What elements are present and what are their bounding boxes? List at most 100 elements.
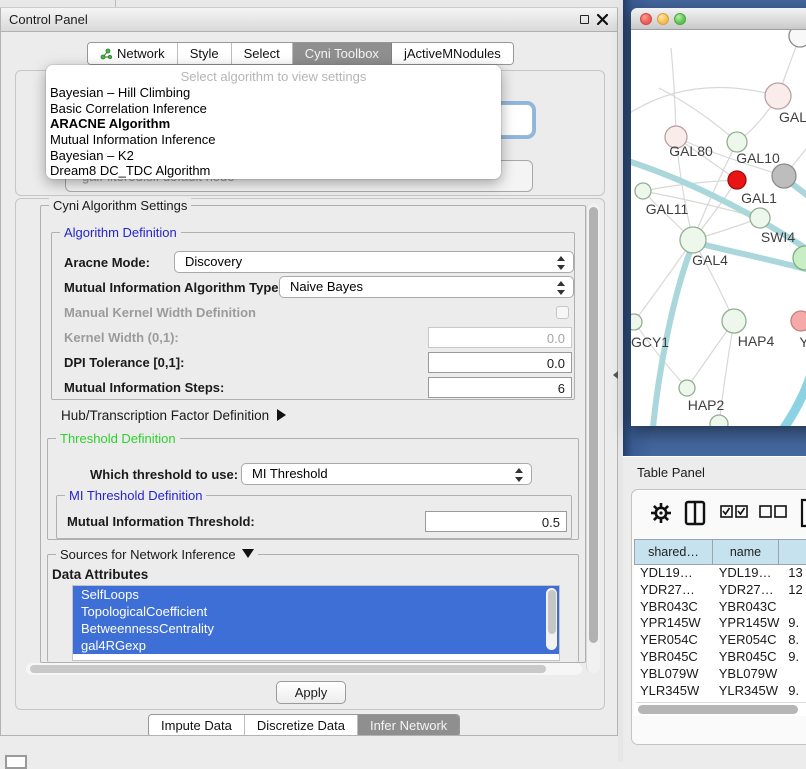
node-gal4[interactable] [680, 227, 706, 253]
data-attribute-item[interactable]: gal4RGexp [73, 637, 559, 654]
close-traffic-light[interactable] [640, 13, 652, 25]
node-hap4[interactable] [722, 309, 746, 333]
table-cell[interactable]: YBL079W [634, 666, 713, 683]
table-row[interactable]: YDR27…YDR27…12 [634, 582, 806, 599]
node-hap2[interactable] [679, 380, 695, 396]
table-cell[interactable]: YLR345W [713, 683, 781, 700]
table-row[interactable]: YER054CYER054C8. [634, 632, 806, 649]
node-bottom[interactable] [710, 415, 728, 426]
sources-title[interactable]: Sources for Network Inference [56, 547, 258, 562]
data-attribute-item[interactable]: BetweennessCentrality [73, 620, 559, 637]
table-horizontal-scrollbar[interactable] [636, 702, 806, 715]
list-scrollbar[interactable] [546, 588, 557, 650]
table-row[interactable]: YBR043CYBR043C [634, 599, 806, 616]
deselect-all-checkboxes-icon[interactable] [759, 505, 787, 521]
manual-kernel-checkbox[interactable] [556, 306, 569, 319]
zoom-traffic-light[interactable] [674, 13, 686, 25]
mi-type-combo[interactable]: Naive Bayes [279, 276, 574, 298]
network-canvas[interactable]: GALGAL80GAL10GAL1GAL11SWI4GAL4GCY1HAP4YH… [631, 30, 806, 426]
table-cell[interactable]: 9. [780, 615, 806, 632]
data-attributes-list[interactable]: SelfLoopsTopologicalCoefficientBetweenne… [72, 585, 560, 661]
table-cell[interactable] [780, 666, 806, 683]
tab-jactivemnodules[interactable]: jActiveMNodules [392, 43, 513, 64]
algorithm-option[interactable]: Mutual Information Inference [46, 132, 501, 148]
algorithm-option[interactable]: ARACNE Algorithm [46, 116, 501, 132]
mode-tab-infer-network[interactable]: Infer Network [358, 715, 459, 736]
close-icon[interactable] [596, 12, 609, 27]
table-cell[interactable]: YBL079W [713, 666, 781, 683]
table-cell[interactable]: 8. [780, 632, 806, 649]
table-cell[interactable]: 13 [780, 565, 806, 582]
data-attribute-item[interactable]: TopologicalCoefficient [73, 603, 559, 620]
table-cell[interactable]: YPR145W [634, 615, 713, 632]
table-cell[interactable]: YDR27… [634, 582, 713, 599]
tab-cyni-toolbox[interactable]: Cyni Toolbox [293, 43, 392, 64]
network-edge[interactable] [631, 88, 778, 116]
network-window-titlebar[interactable] [631, 8, 806, 30]
algorithm-option[interactable]: Bayesian – Hill Climbing [46, 85, 501, 101]
gear-icon[interactable] [650, 502, 672, 527]
algorithm-option[interactable]: Bayesian – K2 [46, 148, 501, 164]
settings-vertical-scrollbar[interactable] [586, 203, 600, 673]
table-row[interactable]: YBR045CYBR045C9. [634, 649, 806, 666]
mode-tab-impute-data[interactable]: Impute Data [149, 715, 245, 736]
network-edge[interactable] [671, 48, 676, 137]
algorithm-option[interactable]: Basic Correlation Inference [46, 101, 501, 117]
minimize-traffic-light[interactable] [657, 13, 669, 25]
tab-select[interactable]: Select [232, 43, 293, 64]
table-cell[interactable]: YPR145W [713, 615, 781, 632]
mode-tab-discretize-data[interactable]: Discretize Data [245, 715, 358, 736]
table-cell[interactable]: 9. [780, 649, 806, 666]
table-cell[interactable]: YBR043C [713, 599, 781, 616]
select-all-checkboxes-icon[interactable] [720, 505, 748, 521]
table-cell[interactable]: 9. [780, 683, 806, 700]
apply-button[interactable]: Apply [276, 681, 346, 704]
mi-threshold-field[interactable]: 0.5 [425, 511, 567, 532]
float-window-icon[interactable] [580, 15, 589, 24]
aracne-mode-combo[interactable]: Discovery [174, 251, 574, 273]
network-edge[interactable] [779, 348, 806, 426]
node-pink-right[interactable] [791, 311, 806, 331]
algorithm-option[interactable]: Dream8 DC_TDC Algorithm [46, 163, 501, 179]
table-row[interactable]: YDL19…YDL19…13 [634, 565, 806, 582]
dpi-tolerance-field[interactable]: 0.0 [428, 352, 572, 373]
table-cell[interactable]: YDR27… [713, 582, 781, 599]
node-gal11[interactable] [635, 183, 651, 199]
splitter-collapse-icon[interactable] [613, 371, 618, 379]
settings-horizontal-scrollbar[interactable] [26, 663, 582, 675]
table-cell[interactable] [780, 599, 806, 616]
table-cell[interactable]: YBR045C [713, 649, 781, 666]
control-panel-titlebar[interactable]: Control Panel [1, 8, 617, 32]
table-cell[interactable]: 12 [780, 582, 806, 599]
mi-steps-field[interactable]: 6 [428, 377, 572, 398]
table-cell[interactable]: YBR045C [634, 649, 713, 666]
corner-widget-icon[interactable] [5, 755, 27, 769]
data-attribute-item[interactable]: SelfLoops [73, 586, 559, 603]
table-row[interactable]: YBL079WYBL079W [634, 666, 806, 683]
table-column-header[interactable]: A [778, 539, 806, 565]
table-row[interactable]: YPR145WYPR145W9. [634, 615, 806, 632]
table-cell[interactable]: YBR043C [634, 599, 713, 616]
node-gal10[interactable] [727, 132, 747, 152]
node-red[interactable] [728, 171, 746, 189]
hub-definition-expander[interactable]: Hub/Transcription Factor Definition [61, 408, 286, 423]
node-gal-pink[interactable] [765, 83, 791, 109]
which-threshold-combo[interactable]: MI Threshold [241, 463, 532, 485]
table-cell[interactable]: YER054C [713, 632, 781, 649]
split-columns-icon[interactable] [684, 500, 706, 529]
new-table-icon[interactable] [800, 498, 806, 531]
node-gcy1[interactable] [631, 314, 642, 330]
network-edge[interactable] [634, 240, 693, 322]
node-gray[interactable] [772, 164, 796, 188]
table-cell[interactable]: YER054C [634, 632, 713, 649]
node-top[interactable] [789, 30, 806, 47]
node-gal1[interactable] [750, 208, 770, 228]
table-cell[interactable]: YDL19… [713, 565, 781, 582]
kernel-width-field[interactable]: 0.0 [428, 327, 572, 348]
table-cell[interactable]: YDL19… [634, 565, 713, 582]
table-column-header[interactable]: shared… [634, 539, 712, 565]
table-column-header[interactable]: name [712, 539, 778, 565]
tab-network[interactable]: Network [88, 43, 178, 64]
tab-style[interactable]: Style [178, 43, 232, 64]
table-row[interactable]: YLR345WYLR345W9. [634, 683, 806, 700]
